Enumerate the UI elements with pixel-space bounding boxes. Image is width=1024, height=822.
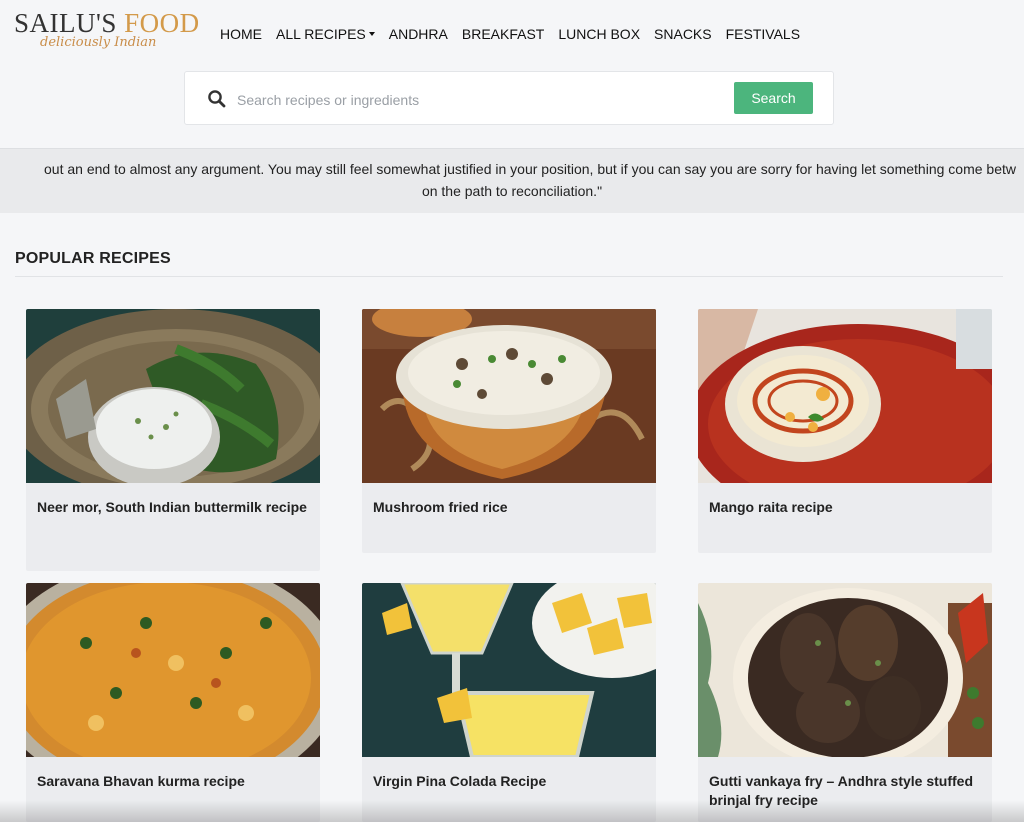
recipe-title: Neer mor, South Indian buttermilk recipe — [37, 499, 307, 515]
nav-breakfast[interactable]: BREAKFAST — [462, 24, 544, 44]
nav-festivals[interactable]: FESTIVALS — [726, 24, 800, 44]
search-button[interactable]: Search — [734, 82, 813, 114]
recipe-title: Gutti vankaya fry – Andhra style stuffed… — [709, 773, 973, 808]
quote-line-1: out an end to almost any argument. You m… — [44, 161, 1016, 177]
site-logo[interactable]: SAILU'S FOOD deliciously Indian — [14, 8, 199, 60]
recipe-title: Mushroom fried rice — [373, 499, 508, 515]
main-nav: HOME ALL RECIPES ANDHRA BREAKFAST LUNCH … — [220, 24, 814, 44]
recipe-card[interactable]: Neer mor, South Indian buttermilk recipe — [26, 309, 320, 571]
recipe-card[interactable]: Virgin Pina Colada Recipe — [362, 583, 656, 822]
section-heading: POPULAR RECIPES — [15, 250, 171, 267]
quote-banner: out an end to almost any argument. You m… — [0, 148, 1024, 213]
pina-colada-photo — [362, 583, 656, 757]
logo-part-1: SAILU'S — [14, 8, 117, 38]
recipe-card[interactable]: Mushroom fried rice — [362, 309, 656, 553]
nav-andhra-label: ANDHRA — [388, 26, 448, 42]
logo-wordmark: SAILU'S FOOD — [14, 8, 199, 38]
recipe-title: Saravana Bhavan kurma recipe — [37, 773, 245, 789]
search-icon — [208, 90, 226, 108]
nav-all-recipes-label: ALL RECIPES — [276, 26, 366, 42]
nav-lunch-box-label: LUNCH BOX — [558, 26, 641, 42]
brinjal-fry-photo — [698, 583, 992, 757]
nav-andhra[interactable]: ANDHRA — [389, 24, 448, 44]
fried-rice-photo — [362, 309, 656, 483]
raita-photo — [698, 309, 992, 483]
recipe-card[interactable]: Gutti vankaya fry – Andhra style stuffed… — [698, 583, 992, 822]
recipe-title: Mango raita recipe — [709, 499, 833, 515]
recipe-title: Virgin Pina Colada Recipe — [373, 773, 547, 789]
nav-all-recipes[interactable]: ALL RECIPES — [276, 24, 375, 44]
caret-down-icon — [368, 32, 375, 36]
kurma-photo — [26, 583, 320, 757]
site-header: SAILU'S FOOD deliciously Indian HOME ALL… — [0, 0, 1024, 148]
nav-snacks-label: SNACKS — [654, 26, 712, 42]
recipe-card[interactable]: Mango raita recipe — [698, 309, 992, 553]
logo-tagline: deliciously Indian — [40, 35, 157, 50]
nav-festivals-label: FESTIVALS — [725, 26, 801, 42]
search-bar: Search — [184, 71, 834, 125]
nav-home[interactable]: HOME — [220, 24, 262, 44]
search-input[interactable] — [235, 86, 719, 114]
nav-lunch-box[interactable]: LUNCH BOX — [558, 24, 640, 44]
buttermilk-photo — [26, 309, 320, 483]
nav-snacks[interactable]: SNACKS — [654, 24, 712, 44]
quote-line-2: on the path to reconciliation." — [421, 183, 603, 199]
recipe-card[interactable]: Saravana Bhavan kurma recipe — [26, 583, 320, 822]
nav-breakfast-label: BREAKFAST — [461, 26, 545, 42]
section-divider — [15, 276, 1003, 277]
nav-home-label: HOME — [220, 26, 262, 42]
logo-part-2: FOOD — [124, 8, 200, 38]
